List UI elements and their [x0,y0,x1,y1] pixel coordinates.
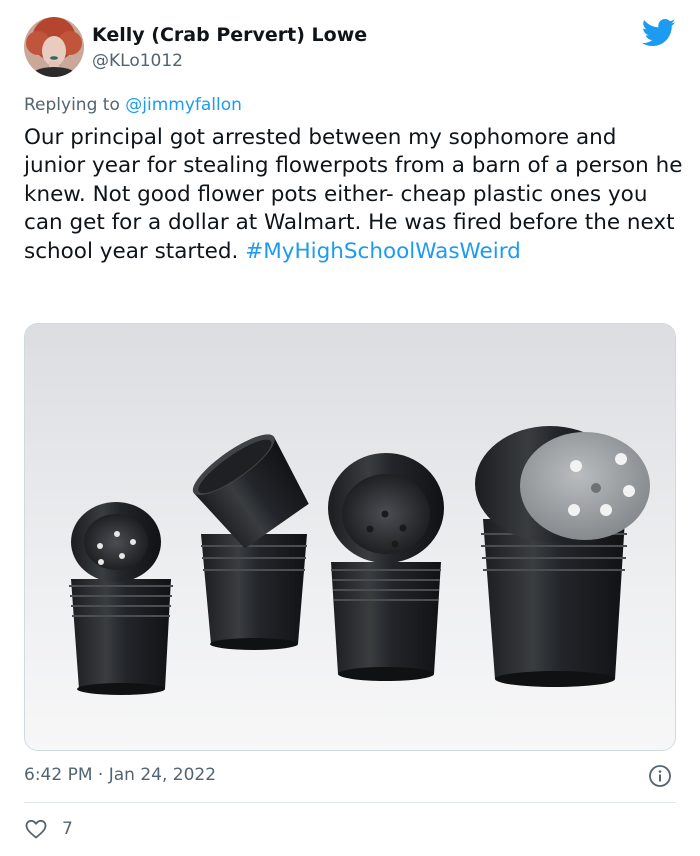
replying-to-label: Replying to [24,95,126,115]
tweet-photo[interactable] [24,323,676,751]
hashtag-link[interactable]: #MyHighSchoolWasWeird [245,239,521,264]
twitter-bird-icon[interactable] [641,18,676,48]
replying-to: Replying to @jimmyfallon [24,95,242,115]
info-icon[interactable] [648,764,672,788]
heart-icon [25,819,47,839]
avatar[interactable] [24,17,84,77]
like-count: 7 [62,819,73,839]
author-display-name[interactable]: Kelly (Crab Pervert) Lowe [92,24,367,46]
tweet-text: Our principal got arrested between my so… [24,124,684,266]
author-handle[interactable]: @KLo1012 [92,51,183,71]
divider [24,802,676,803]
like-button[interactable]: 7 [24,816,73,842]
pot-stack-3 [328,453,444,681]
tweet-timestamp[interactable]: 6:42 PM · Jan 24, 2022 [24,765,216,785]
pot-stack-1 [69,502,173,695]
reply-mention-link[interactable]: @jimmyfallon [125,95,242,115]
